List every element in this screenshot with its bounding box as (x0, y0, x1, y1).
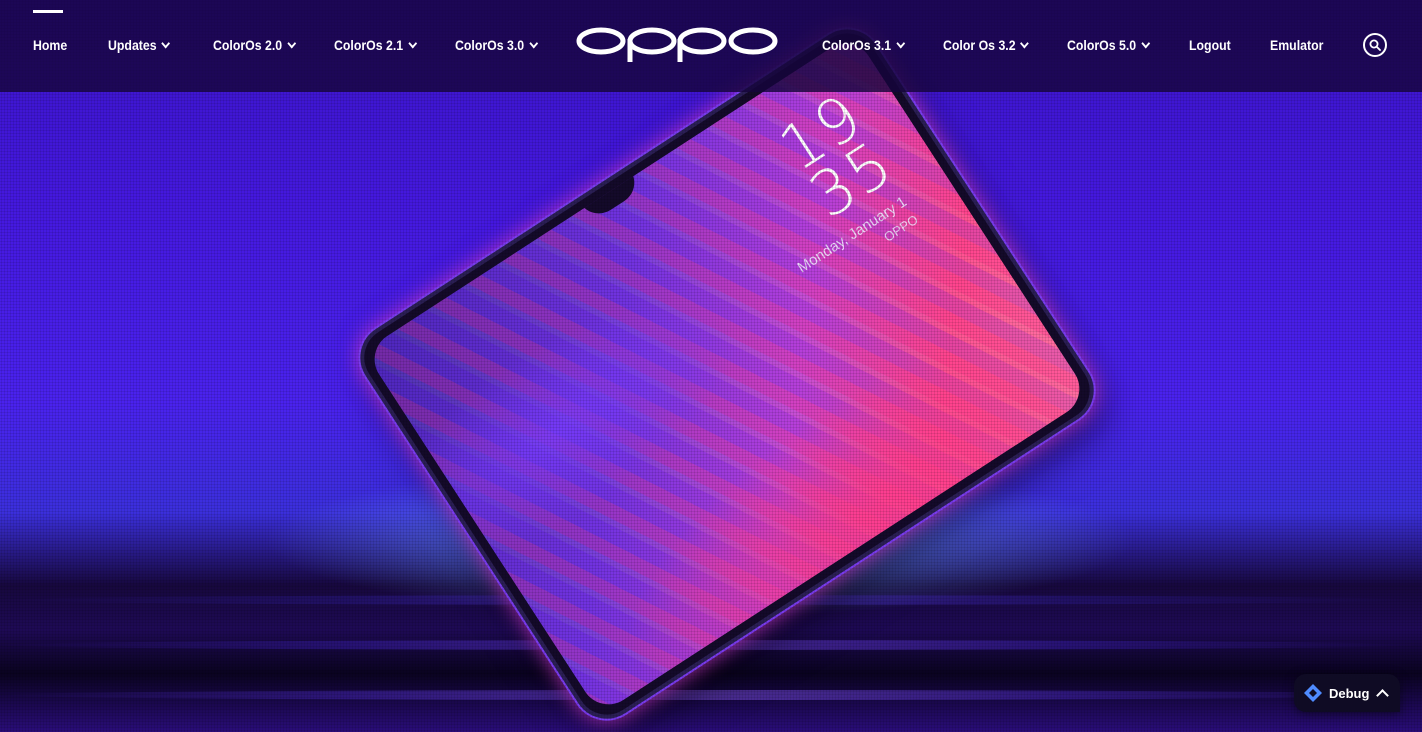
nav-coloros-3-0[interactable]: ColorOs 3.0 (455, 37, 538, 53)
search-icon (1369, 39, 1381, 51)
chevron-down-icon (1141, 38, 1150, 48)
chevron-down-icon (161, 38, 171, 48)
water-ripple (0, 690, 1422, 700)
chevron-down-icon (287, 38, 296, 48)
debug-toggle-button[interactable]: Debug (1294, 674, 1400, 712)
nav-coloros-3-2[interactable]: Color Os 3.2 (943, 37, 1030, 53)
hero-banner: 19 35 Monday, January 1 OPPO (0, 0, 1422, 732)
phone-notch (580, 170, 643, 222)
diamond-icon (1304, 684, 1322, 702)
nav-coloros-3-1[interactable]: ColorOs 3.1 (822, 37, 905, 53)
nav-coloros-3-1-label: ColorOs 3.1 (822, 37, 892, 53)
nav-logout[interactable]: Logout (1189, 37, 1231, 53)
top-navbar: Home Updates ColorOs 2.0 ColorOs 2.1 Col… (0, 0, 1422, 92)
chevron-up-icon (1376, 688, 1390, 702)
nav-home[interactable]: Home (33, 37, 67, 53)
nav-coloros-2-0[interactable]: ColorOs 2.0 (213, 37, 296, 53)
nav-home-label: Home (33, 37, 68, 53)
active-indicator (33, 10, 63, 13)
nav-coloros-5-0[interactable]: ColorOs 5.0 (1067, 37, 1150, 53)
nav-updates-label: Updates (108, 37, 157, 53)
nav-coloros-3-2-label: Color Os 3.2 (943, 37, 1016, 53)
nav-coloros-5-0-label: ColorOs 5.0 (1067, 37, 1137, 53)
nav-coloros-3-0-label: ColorOs 3.0 (455, 37, 525, 53)
nav-updates[interactable]: Updates (108, 37, 171, 53)
nav-logout-label: Logout (1189, 37, 1231, 53)
chevron-down-icon (1020, 38, 1030, 48)
chevron-down-icon (896, 38, 905, 48)
oppo-logo-icon (576, 27, 778, 62)
nav-emulator[interactable]: Emulator (1270, 37, 1323, 53)
chevron-down-icon (408, 38, 417, 48)
phone-screen: 19 35 Monday, January 1 OPPO (363, 32, 1091, 716)
nav-coloros-2-0-label: ColorOs 2.0 (213, 37, 283, 53)
nav-coloros-2-1[interactable]: ColorOs 2.1 (334, 37, 417, 53)
nav-emulator-label: Emulator (1270, 37, 1324, 53)
debug-label: Debug (1329, 685, 1370, 701)
oppo-logo[interactable] (576, 25, 778, 63)
nav-coloros-2-1-label: ColorOs 2.1 (334, 37, 404, 53)
chevron-down-icon (529, 38, 538, 48)
search-button[interactable] (1363, 33, 1387, 57)
phone-image: 19 35 Monday, January 1 OPPO (347, 16, 1107, 732)
